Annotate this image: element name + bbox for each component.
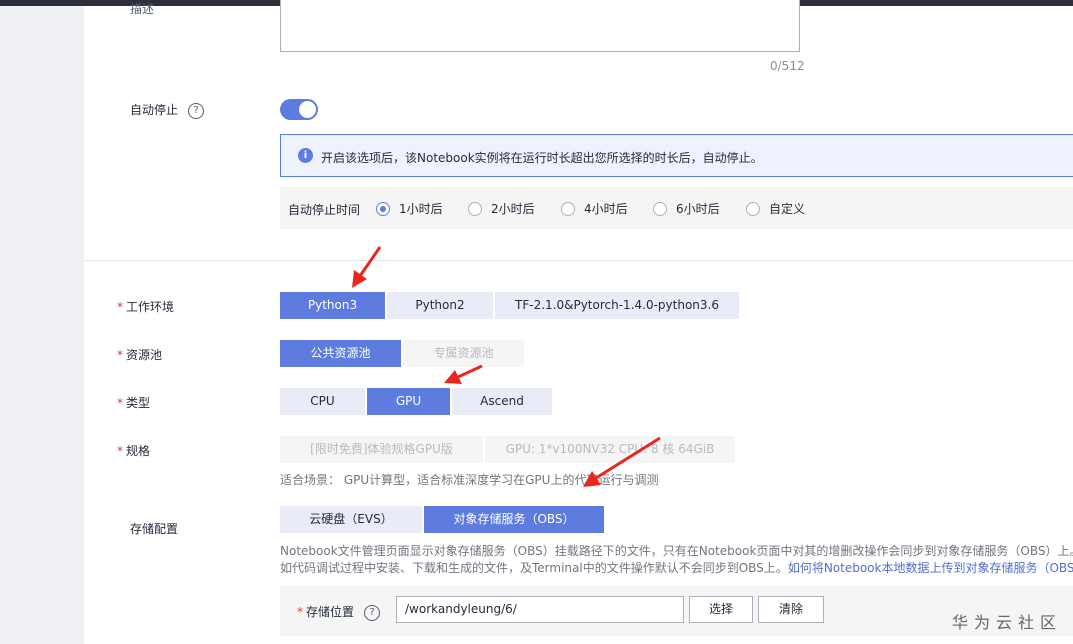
arrow-icon: [352, 246, 382, 288]
arrow-icon: [444, 364, 483, 384]
annotation-arrows: [352, 246, 661, 487]
arrow-icon: [583, 436, 661, 487]
